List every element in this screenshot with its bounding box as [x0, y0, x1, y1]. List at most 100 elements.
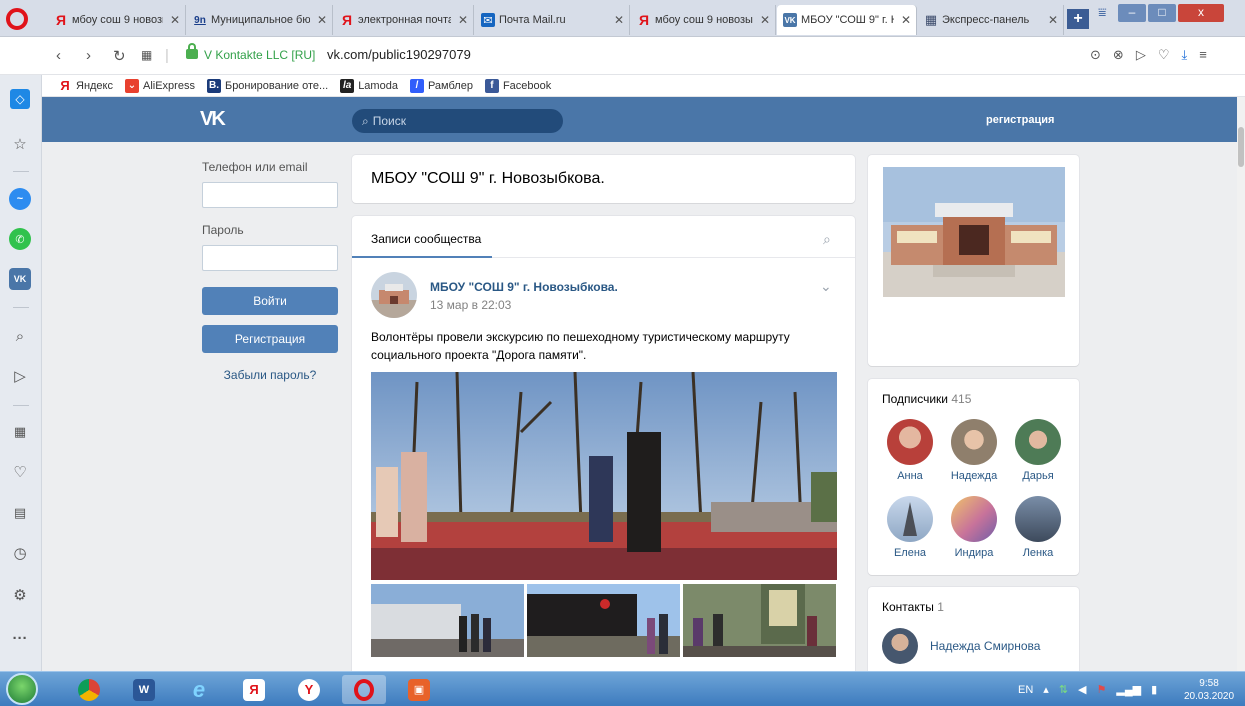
community-photo[interactable] [883, 167, 1065, 297]
subscriber[interactable]: Индира [944, 496, 1004, 559]
power-icon[interactable]: ▮ [1151, 683, 1157, 696]
forgot-password-link[interactable]: Забыли пароль? [202, 368, 338, 382]
browser-tab[interactable]: Я электронная почта ✕ [334, 5, 474, 35]
reload-icon[interactable]: ↻ [113, 47, 126, 65]
send-icon[interactable]: ▷ [9, 365, 31, 387]
subscriber[interactable]: Елена [880, 496, 940, 559]
flag-icon[interactable]: ⚑ [1097, 683, 1107, 696]
browser-tab[interactable]: Я мбоу сош 9 новозы ✕ [631, 5, 776, 35]
bookmark-lamoda[interactable]: la Lamoda [340, 78, 398, 93]
browser-tab[interactable]: ✉ Почта Mail.ru ✕ [475, 5, 630, 35]
taskbar-chrome[interactable] [67, 675, 111, 704]
close-tab-icon[interactable]: ✕ [458, 13, 468, 27]
post-photo-thumb[interactable] [371, 584, 524, 657]
browser-tab[interactable]: Я мбоу сош 9 новозы ✕ [48, 5, 186, 35]
phone-email-input[interactable] [202, 182, 338, 208]
star-icon[interactable]: ☆ [9, 133, 31, 155]
bookmark-yandex[interactable]: Я Яндекс [58, 78, 113, 93]
home-icon[interactable]: ◇ [10, 89, 30, 109]
chevron-down-icon[interactable]: ⌄ [820, 278, 832, 295]
chevron-up-icon[interactable]: ▴ [1043, 683, 1049, 696]
bookmark-facebook[interactable]: f Facebook [484, 78, 551, 93]
whatsapp-icon[interactable]: ✆ [9, 228, 31, 250]
messenger-icon[interactable]: ~ [9, 188, 31, 210]
adblock-icon[interactable]: ⊗ [1113, 47, 1124, 63]
speed-dial-icon[interactable]: ▦ [141, 48, 152, 62]
settings-icon[interactable]: ⚙ [9, 584, 31, 606]
taskbar-opera[interactable] [342, 675, 386, 704]
register-button[interactable]: Регистрация [202, 325, 338, 353]
scrollbar-thumb[interactable] [1238, 127, 1244, 167]
close-tab-icon[interactable]: ✕ [317, 13, 327, 27]
lock-icon[interactable] [186, 43, 198, 59]
close-window-button[interactable]: x [1178, 4, 1224, 22]
search-icon[interactable]: ⌕ [823, 231, 831, 248]
new-tab-button[interactable]: + [1067, 9, 1089, 29]
avatar[interactable] [882, 628, 918, 664]
language-indicator[interactable]: EN [1018, 684, 1033, 696]
taskbar-word[interactable]: W [122, 675, 166, 704]
subscriber[interactable]: Дарья [1008, 419, 1068, 482]
page-scrollbar[interactable] [1237, 97, 1245, 671]
subscriber[interactable]: Ленка [1008, 496, 1068, 559]
post-photo-thumb[interactable] [527, 584, 680, 657]
tab-community-posts[interactable]: Записи сообщества [371, 232, 481, 246]
network-status-icon[interactable]: ⇅ [1059, 683, 1068, 696]
speed-dial-icon[interactable]: ▦ [9, 421, 31, 443]
close-tab-icon[interactable]: ✕ [614, 13, 624, 27]
tab-menu-icon[interactable]: ⩸ [1098, 4, 1107, 21]
contacts-title[interactable]: Контакты 1 [882, 600, 944, 614]
page-title-card: МБОУ "СОШ 9" г. Новозыбкова. [352, 155, 855, 203]
subscriber[interactable]: Анна [880, 419, 940, 482]
post-author-link[interactable]: МБОУ "СОШ 9" г. Новозыбкова. [430, 280, 618, 294]
post-photo[interactable] [371, 371, 837, 580]
send-icon[interactable]: ▷ [1136, 47, 1146, 63]
download-icon[interactable]: ⤓ [1181, 47, 1187, 63]
easy-setup-icon[interactable]: ≡ [1199, 47, 1207, 63]
signal-icon[interactable]: ▂▄▆ [1116, 683, 1141, 696]
login-button[interactable]: Войти [202, 287, 338, 315]
taskbar-slides[interactable]: ▣ [397, 675, 441, 704]
browser-tab[interactable]: 9n Муниципальное бю ✕ [187, 5, 333, 35]
url-field[interactable]: vk.com/public190297079 [327, 47, 471, 62]
register-link[interactable]: регистрация [986, 114, 1054, 126]
close-tab-icon[interactable]: ✕ [760, 13, 770, 27]
vk-search-input[interactable]: ⌕ Поиск [352, 109, 563, 133]
browser-tab-active[interactable]: VK МБОУ "СОШ 9" г. Н ✕ [777, 5, 917, 35]
browser-tab[interactable]: ▦ Экспресс-панель ✕ [918, 5, 1064, 35]
contact-name-link[interactable]: Надежда Смирнова [930, 639, 1040, 653]
post-date[interactable]: 13 мар в 22:03 [430, 298, 511, 312]
taskbar-yandex-browser[interactable]: Y [287, 675, 331, 704]
volume-icon[interactable]: ◀ [1078, 683, 1086, 696]
close-tab-icon[interactable]: ✕ [1048, 13, 1058, 27]
camera-icon[interactable]: ⊙ [1090, 47, 1101, 63]
subscribers-title[interactable]: Подписчики 415 [882, 392, 971, 406]
post-photo-thumb[interactable] [683, 584, 836, 657]
taskbar-yandex[interactable]: Я [232, 675, 276, 704]
more-icon[interactable]: ··· [9, 627, 31, 649]
system-clock[interactable]: 9:58 20.03.2020 [1184, 677, 1234, 703]
search-icon[interactable]: ⌕ [9, 325, 31, 347]
subscriber[interactable]: Надежда [944, 419, 1004, 482]
maximize-button[interactable]: □ [1148, 4, 1176, 22]
vk-icon[interactable]: VK [9, 268, 31, 290]
close-tab-icon[interactable]: ✕ [901, 13, 911, 27]
close-tab-icon[interactable]: ✕ [170, 13, 180, 27]
news-icon[interactable]: ▤ [9, 502, 31, 524]
opera-menu-icon[interactable] [6, 8, 28, 30]
minimize-button[interactable]: – [1118, 4, 1146, 22]
heart-icon[interactable]: ♡ [1158, 47, 1170, 63]
start-button[interactable] [6, 673, 38, 705]
taskbar-ie[interactable]: e [177, 675, 221, 704]
site-identity[interactable]: V Kontakte LLC [RU] [204, 48, 315, 62]
bookmark-aliexpress[interactable]: ⌄ AliExpress [125, 78, 195, 93]
bookmark-rambler[interactable]: / Рамблер [409, 78, 473, 93]
heart-icon[interactable]: ♡ [9, 461, 31, 483]
back-icon[interactable]: ‹ [56, 47, 61, 64]
password-input[interactable] [202, 245, 338, 271]
vk-logo-icon[interactable]: VK [200, 108, 226, 131]
post-author-avatar[interactable] [371, 272, 417, 318]
bookmark-booking[interactable]: B. Бронирование оте... [206, 78, 328, 93]
forward-icon[interactable]: › [86, 47, 91, 64]
history-icon[interactable]: ◷ [9, 542, 31, 564]
